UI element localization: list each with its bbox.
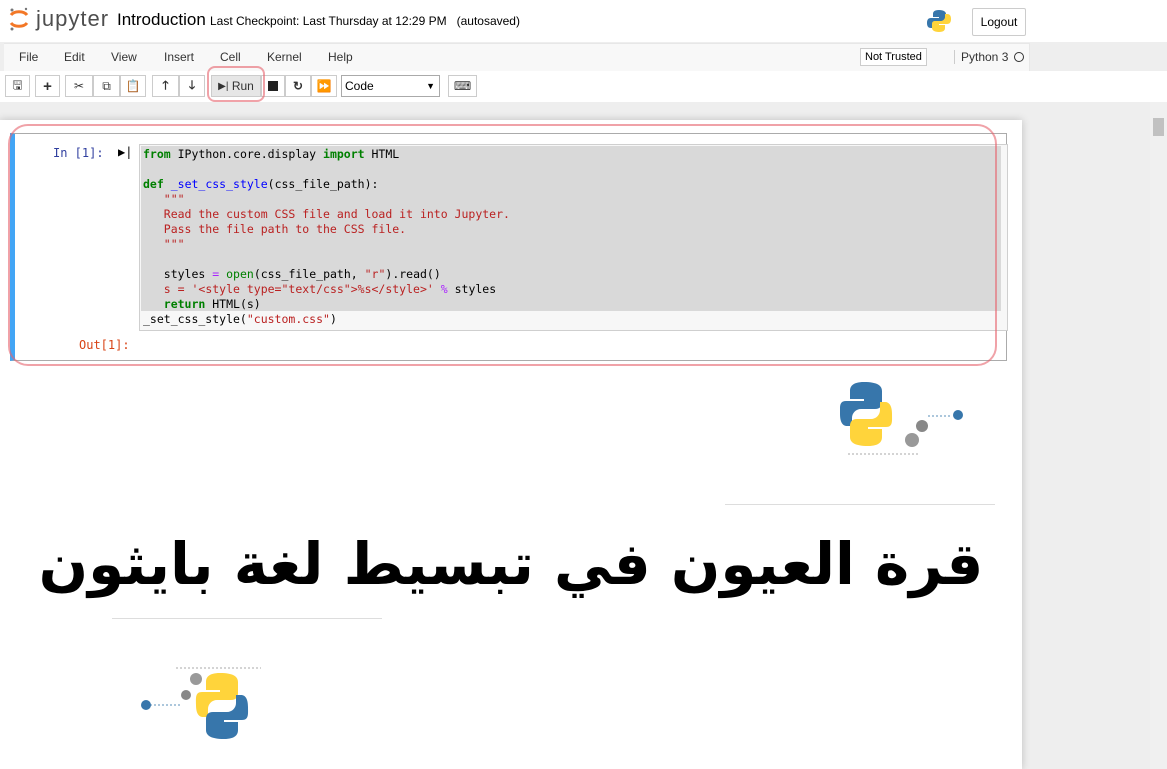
menubar: File Edit View Insert Cell Kernel Help N… <box>4 43 1030 72</box>
fast-forward-icon: ⏩ <box>316 79 332 93</box>
kernel-name: Python 3 <box>961 50 1009 64</box>
menu-cell[interactable]: Cell <box>220 50 241 64</box>
menu-help[interactable]: Help <box>328 50 353 64</box>
scrollbar-thumb[interactable] <box>1153 118 1164 136</box>
not-trusted-button[interactable]: Not Trusted <box>860 48 927 66</box>
annotation-highlight-cell <box>8 124 997 366</box>
scrollbar[interactable] <box>1150 102 1167 769</box>
paste-button[interactable]: 📋 <box>120 75 146 97</box>
copy-icon: ⧉ <box>102 78 111 93</box>
python-logo-icon <box>927 10 951 32</box>
checkpoint-status: Last Checkpoint: Last Thursday at 12:29 … <box>210 14 520 28</box>
kernel-idle-icon <box>1014 52 1025 62</box>
logo-text: jupyter <box>36 6 110 31</box>
menu-file[interactable]: File <box>19 50 38 64</box>
divider <box>725 504 995 505</box>
menu-kernel[interactable]: Kernel <box>267 50 302 64</box>
arrow-down-icon: 🡓 <box>188 77 196 92</box>
arrow-up-icon: 🡑 <box>162 77 169 92</box>
restart-button[interactable]: ↻ <box>285 75 311 97</box>
move-up-button[interactable]: 🡑 <box>152 75 179 97</box>
menu-edit[interactable]: Edit <box>64 50 85 64</box>
annotation-highlight-run <box>207 66 265 102</box>
move-down-button[interactable]: 🡓 <box>179 75 205 97</box>
notebook-title[interactable]: Introduction <box>117 10 206 30</box>
toolbar: 🖫 + ✂ ⧉ 📋 🡑 🡓 ▶| Run ↻ ⏩ Code ▼ ⌨ <box>0 66 1167 102</box>
restart-run-all-button[interactable]: ⏩ <box>311 75 337 97</box>
cell-type-select[interactable]: Code ▼ <box>341 75 440 97</box>
menu-view[interactable]: View <box>111 50 137 64</box>
restart-icon: ↻ <box>292 79 304 93</box>
arabic-title: قرة العيون في تبسيط لغة بايثون <box>38 530 984 598</box>
scissors-icon: ✂ <box>73 79 85 93</box>
header: jupyter Introduction Last Checkpoint: La… <box>0 0 1167 42</box>
python-gears-logo-image <box>840 382 963 455</box>
copy-button[interactable]: ⧉ <box>93 75 120 97</box>
kernel-indicator: Python 3 <box>954 50 1025 64</box>
checkpoint-text: Last Checkpoint: Last Thursday at 12:29 … <box>210 14 447 28</box>
cell-type-value: Code <box>345 79 374 93</box>
insert-cell-button[interactable]: + <box>35 75 60 97</box>
menu-insert[interactable]: Insert <box>164 50 194 64</box>
autosave-text: (autosaved) <box>456 14 520 28</box>
logout-button[interactable]: Logout <box>972 8 1026 36</box>
save-button[interactable]: 🖫 <box>5 75 30 97</box>
jupyter-logo-icon <box>9 7 29 31</box>
python-gears-logo-image <box>141 667 261 739</box>
divider <box>112 618 382 619</box>
keyboard-icon: ⌨ <box>453 79 472 93</box>
save-icon: 🖫 <box>12 77 23 92</box>
cut-button[interactable]: ✂ <box>65 75 93 97</box>
paste-icon: 📋 <box>125 79 141 93</box>
plus-icon: + <box>43 77 52 95</box>
stop-icon <box>268 81 278 91</box>
jupyter-logo[interactable]: jupyter <box>8 6 109 32</box>
command-palette-button[interactable]: ⌨ <box>448 75 477 97</box>
chevron-down-icon: ▼ <box>426 81 435 91</box>
